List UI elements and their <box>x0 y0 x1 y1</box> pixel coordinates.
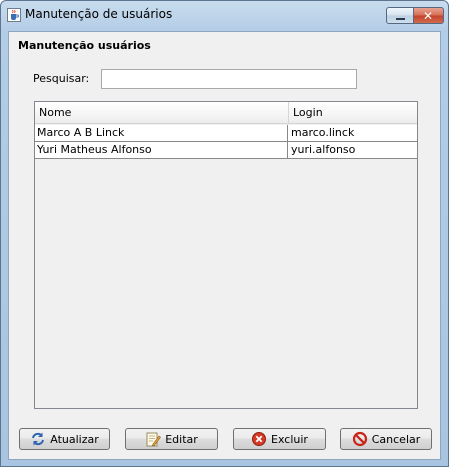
section-title: Manutenção usuários <box>18 39 151 52</box>
cell-login[interactable]: yuri.alfonso <box>289 142 417 158</box>
table-empty-area[interactable] <box>35 159 417 408</box>
java-cup-icon <box>7 8 21 22</box>
window-title: Manutenção de usuários <box>25 7 173 21</box>
cell-login[interactable]: marco.linck <box>289 125 417 141</box>
users-table[interactable]: Nome Login Marco A B Linck marco.linck Y… <box>34 101 418 409</box>
column-header-login[interactable]: Login <box>289 102 417 124</box>
delete-button[interactable]: Excluir <box>233 428 326 450</box>
cancel-icon <box>352 431 367 447</box>
cell-name[interactable]: Yuri Matheus Alfonso <box>35 142 288 158</box>
content-panel: Manutenção usuários Pesquisar: Nome Logi… <box>8 31 441 460</box>
edit-icon <box>146 432 162 447</box>
table-row[interactable]: Yuri Matheus Alfonso yuri.alfonso <box>35 142 417 159</box>
refresh-button[interactable]: Atualizar <box>19 428 110 450</box>
cancel-label: Cancelar <box>371 432 421 446</box>
close-icon: ✕ <box>423 9 434 23</box>
edit-label: Editar <box>165 432 198 446</box>
title-bar[interactable]: Manutenção de usuários ✕ <box>1 1 448 31</box>
refresh-label: Atualizar <box>50 432 99 446</box>
delete-label: Excluir <box>271 432 308 446</box>
minimize-button[interactable] <box>386 7 414 24</box>
search-input[interactable] <box>101 69 357 89</box>
column-header-name[interactable]: Nome <box>35 102 289 124</box>
cell-name[interactable]: Marco A B Linck <box>35 125 288 141</box>
close-button[interactable]: ✕ <box>414 7 444 24</box>
cancel-button[interactable]: Cancelar <box>340 428 432 450</box>
delete-icon <box>252 432 267 446</box>
edit-button[interactable]: Editar <box>125 428 218 450</box>
table-header: Nome Login <box>35 102 417 124</box>
table-row[interactable]: Marco A B Linck marco.linck <box>35 125 417 142</box>
dialog-window: Manutenção de usuários ✕ Manutenção usuá… <box>0 0 449 467</box>
search-label: Pesquisar: <box>33 72 90 85</box>
refresh-icon <box>32 432 45 446</box>
